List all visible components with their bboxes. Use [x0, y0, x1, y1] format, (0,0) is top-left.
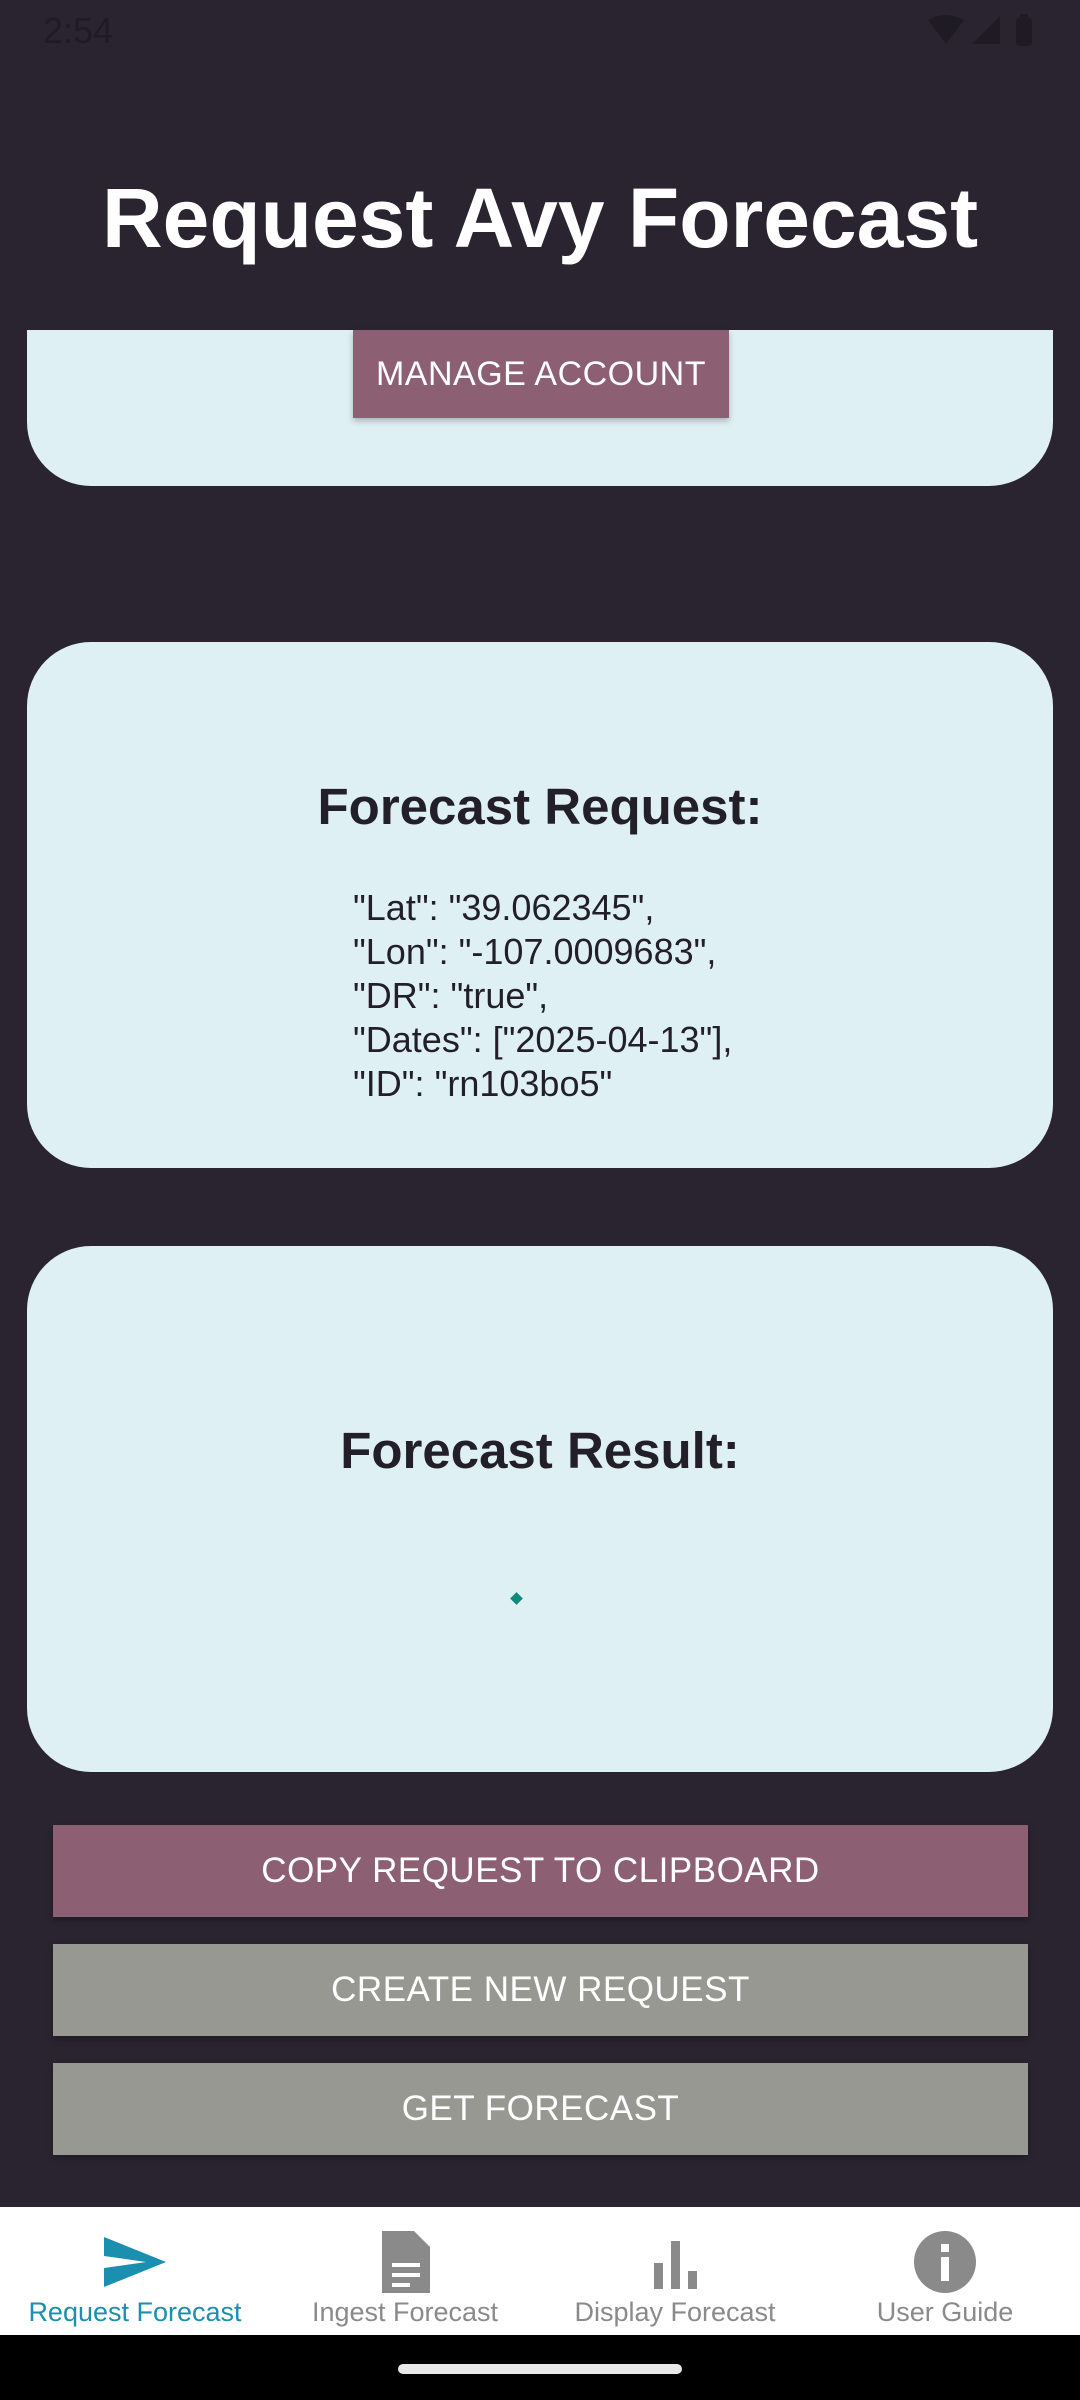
request-line-dr: "DR": "true", [353, 975, 549, 1016]
get-forecast-button[interactable]: GET FORECAST [53, 2063, 1028, 2155]
result-heading: Forecast Result: [340, 1422, 740, 1479]
bottom-navigation: Request Forecast Ingest Forecast Display… [0, 2207, 1080, 2335]
request-heading: Forecast Request: [317, 778, 763, 835]
nav-item-ingest-forecast[interactable]: Ingest Forecast [270, 2207, 540, 2335]
nav-label: Request Forecast [28, 2297, 242, 2327]
system-gesture-bar [0, 2335, 1080, 2400]
nav-item-request-forecast[interactable]: Request Forecast [0, 2207, 270, 2335]
cellular-signal-icon [972, 16, 1000, 44]
nav-label: User Guide [876, 2297, 1014, 2327]
request-line-dates: "Dates": ["2025-04-13"], [353, 1019, 733, 1060]
account-card: MANAGE ACCOUNT [27, 330, 1053, 486]
status-time: 2:54 [43, 10, 114, 51]
document-icon [382, 2231, 430, 2293]
create-new-request-button[interactable]: CREATE NEW REQUEST [53, 1944, 1028, 2036]
wifi-icon [928, 15, 964, 44]
nav-label: Ingest Forecast [311, 2297, 499, 2327]
battery-icon [1016, 18, 1032, 46]
loading-spinner-icon [510, 1592, 523, 1605]
copy-request-button[interactable]: COPY REQUEST TO CLIPBOARD [53, 1825, 1028, 1917]
info-icon [914, 2231, 976, 2293]
request-line-id: "ID": "rn103bo5" [353, 1063, 613, 1104]
nav-item-user-guide[interactable]: User Guide [810, 2207, 1080, 2335]
nav-item-display-forecast[interactable]: Display Forecast [540, 2207, 810, 2335]
status-bar: 2:54 [0, 0, 1080, 62]
request-json: "Lat": "39.062345", "Lon": "-107.0009683… [353, 886, 732, 1106]
forecast-result-card: Forecast Result: [27, 1246, 1053, 1772]
forecast-request-card: Forecast Request: "Lat": "39.062345", "L… [27, 642, 1053, 1168]
request-line-lon: "Lon": "-107.0009683", [353, 931, 717, 972]
page-title: Request Avy Forecast [101, 171, 979, 265]
nav-label: Display Forecast [574, 2297, 776, 2327]
send-icon [104, 2237, 166, 2287]
home-gesture-handle[interactable] [398, 2364, 682, 2374]
status-icons [928, 14, 1032, 46]
request-line-lat: "Lat": "39.062345", [353, 887, 655, 928]
manage-account-button[interactable]: MANAGE ACCOUNT [353, 330, 729, 418]
bar-chart-icon [654, 2241, 697, 2289]
